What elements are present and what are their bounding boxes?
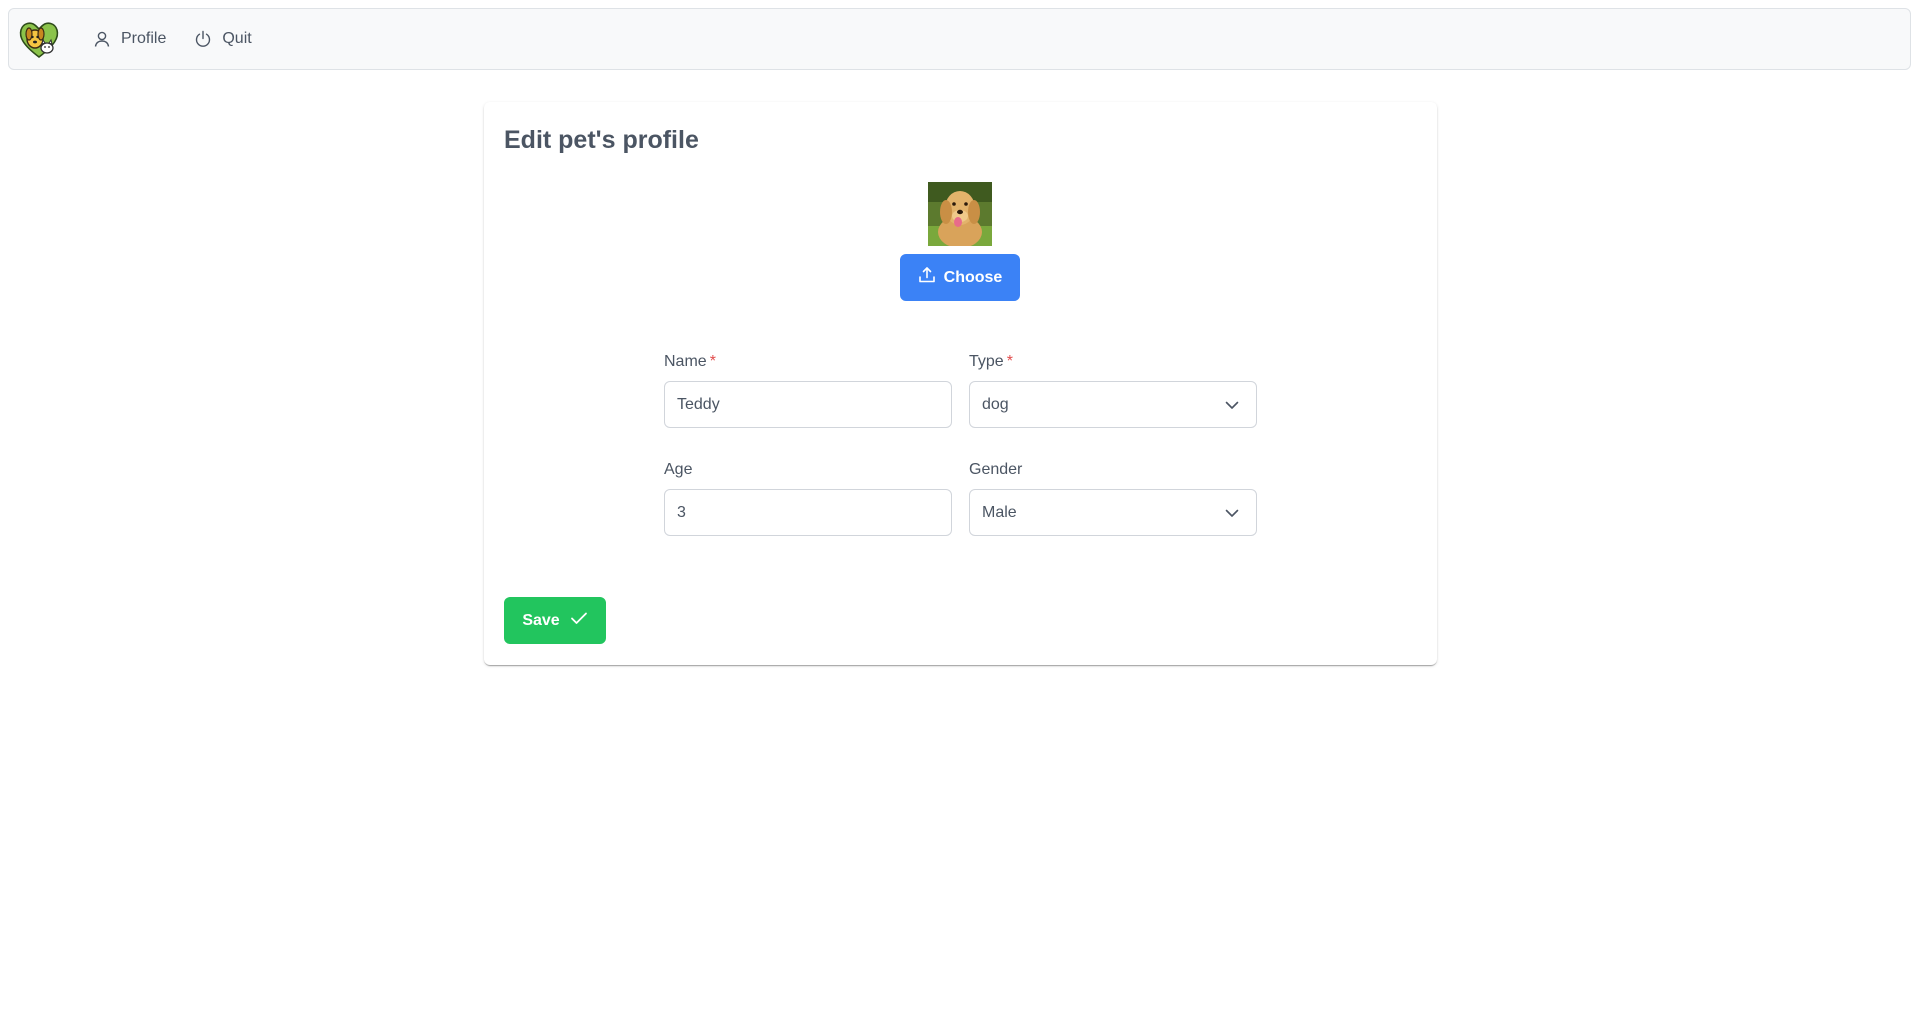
menu-item-profile[interactable]: Profile — [79, 17, 180, 61]
save-button-label: Save — [522, 611, 560, 629]
type-dropdown-value: dog — [982, 395, 1009, 413]
choose-photo-button[interactable]: Choose — [900, 254, 1020, 301]
menu-item-label: Profile — [121, 30, 167, 47]
check-icon — [570, 609, 588, 632]
upload-icon — [918, 266, 936, 289]
dog-photo-icon — [928, 182, 992, 246]
age-input[interactable] — [664, 489, 952, 536]
name-field-group: Name * — [664, 352, 952, 428]
chevron-down-icon — [1220, 505, 1244, 521]
required-mark: * — [709, 353, 716, 370]
age-field-group: Age — [664, 460, 952, 536]
age-label: Age — [664, 461, 693, 478]
chevron-down-icon — [1220, 397, 1244, 413]
power-icon — [194, 30, 212, 48]
page-title: Edit pet's profile — [504, 126, 699, 154]
choose-button-label: Choose — [943, 268, 1003, 286]
gender-label: Gender — [969, 461, 1023, 478]
type-label: Type * — [969, 353, 1013, 370]
edit-pet-card: Edit pet's profile Choose Name * Teddy T… — [484, 102, 1437, 665]
name-input[interactable] — [664, 381, 952, 428]
type-field-group: Type * dog — [969, 352, 1257, 428]
gender-dropdown[interactable]: Male — [969, 489, 1257, 536]
menu-item-quit[interactable]: Quit — [180, 17, 265, 61]
pet-heart-logo-icon[interactable] — [17, 17, 61, 61]
required-mark: * — [1006, 353, 1013, 370]
user-icon — [93, 30, 111, 48]
menu-item-label: Quit — [222, 30, 252, 47]
top-menubar: Profile Quit — [8, 8, 1911, 70]
gender-field-group: Gender Male — [969, 460, 1257, 536]
name-label: Name * — [664, 353, 716, 370]
save-button[interactable]: Save — [504, 597, 606, 644]
gender-dropdown-value: Male — [982, 503, 1017, 521]
type-dropdown[interactable]: dog — [969, 381, 1257, 428]
